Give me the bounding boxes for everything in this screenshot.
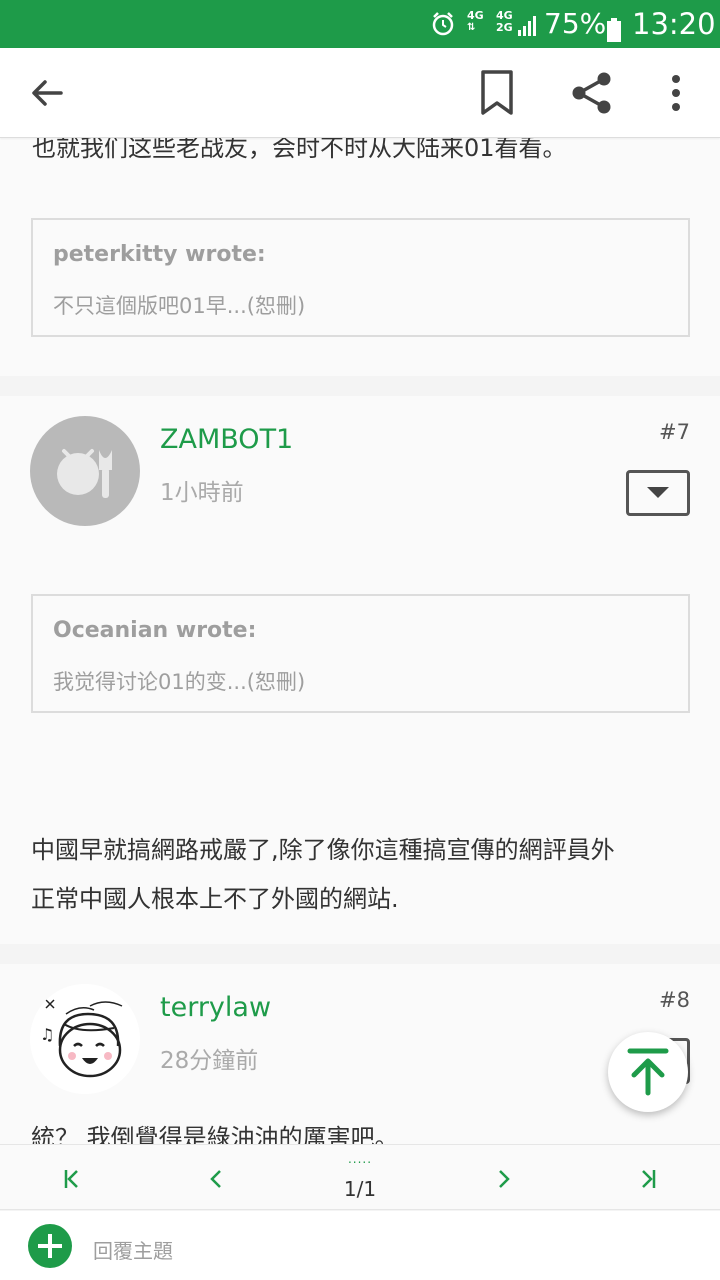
post-body-text: 也就我们这些老战友，会时不时从大陆来01看看。 [32, 138, 567, 162]
more-vert-icon [672, 75, 680, 111]
post-username[interactable]: ZAMBOT1 [160, 424, 293, 455]
clock: 13:20 [632, 7, 716, 41]
post-number: #7 [659, 420, 690, 444]
bookmark-icon [481, 70, 513, 115]
avatar[interactable] [30, 416, 140, 526]
arrow-left-icon [32, 80, 63, 106]
quote-block: peterkitty wrote: 不只這個版吧01早...(恕刪) [31, 218, 690, 337]
quote-text: 不只這個版吧01早...(恕刪) [53, 294, 306, 318]
alarm-icon [430, 0, 458, 48]
first-page-button[interactable] [52, 1159, 92, 1199]
post-card: 也就我们这些老战友，会时不时从大陆来01看看。 peterkitty wrote… [0, 138, 720, 376]
quote-author: Oceanian wrote: [53, 618, 257, 643]
more-options-button[interactable] [651, 68, 701, 118]
scroll-to-top-button[interactable] [608, 1032, 688, 1112]
post-username[interactable]: terrylaw [160, 992, 271, 1023]
quote-author: peterkitty wrote: [53, 242, 266, 267]
share-icon [572, 72, 611, 114]
reply-bar[interactable]: 回覆主題 [0, 1211, 720, 1280]
chevron-right-icon [499, 1170, 510, 1188]
battery-percent: 75% [544, 7, 607, 40]
last-page-button[interactable] [628, 1159, 668, 1199]
network-indicator: 4G ⇅ [467, 9, 484, 34]
battery-icon [606, 13, 622, 42]
bookmark-button[interactable] [472, 68, 522, 118]
add-reply-button[interactable] [28, 1224, 72, 1268]
post-body-line: 中國早就搞網路戒嚴了,除了像你這種搞宣傳的網評員外 [31, 836, 615, 864]
post-menu-dropdown[interactable] [626, 470, 690, 516]
page-indicator[interactable]: 1/1 [320, 1177, 400, 1201]
post-body-line: 正常中國人根本上不了外國的網站. [31, 885, 399, 913]
status-bar: 4G ⇅ 4G 2G 75% 13:20 [0, 0, 720, 48]
quote-text: 我觉得讨论01的变...(恕刪) [53, 670, 306, 694]
chevron-left-icon [210, 1170, 221, 1188]
page-dots: ..... [347, 1152, 373, 1166]
avatar[interactable]: ♫ [30, 984, 140, 1094]
previous-page-button[interactable] [196, 1159, 236, 1199]
last-page-icon [642, 1170, 656, 1188]
back-button[interactable] [22, 68, 72, 118]
thread-content[interactable]: 也就我们这些老战友，会时不时从大陆来01看看。 peterkitty wrote… [0, 138, 720, 1144]
network-indicator-2g: 4G 2G [496, 9, 513, 34]
post-card: ZAMBOT1 1小時前 #7 Oceanian wrote: 我觉得讨论01的… [0, 396, 720, 944]
cartoon-avatar-icon: ♫ [30, 984, 140, 1094]
post-time: 28分鐘前 [160, 1048, 259, 1074]
post-body-line: 統？ 我倒覺得是綠油油的厲害吧。 [31, 1124, 399, 1144]
signal-icon [518, 0, 536, 48]
default-avatar-icon [57, 449, 112, 498]
app-bar [0, 48, 720, 138]
share-button[interactable] [567, 68, 617, 118]
post-time: 1小時前 [160, 480, 244, 506]
reply-topic-label[interactable]: 回覆主題 [93, 1235, 173, 1264]
arrow-up-icon [627, 1048, 669, 1096]
next-page-button[interactable] [484, 1159, 524, 1199]
post-number: #8 [659, 988, 690, 1012]
pagination-bar: ..... 1/1 [0, 1144, 720, 1210]
quote-block: Oceanian wrote: 我觉得讨论01的变...(恕刪) [31, 594, 690, 713]
svg-text:♫: ♫ [40, 1025, 54, 1044]
first-page-icon [64, 1170, 78, 1188]
